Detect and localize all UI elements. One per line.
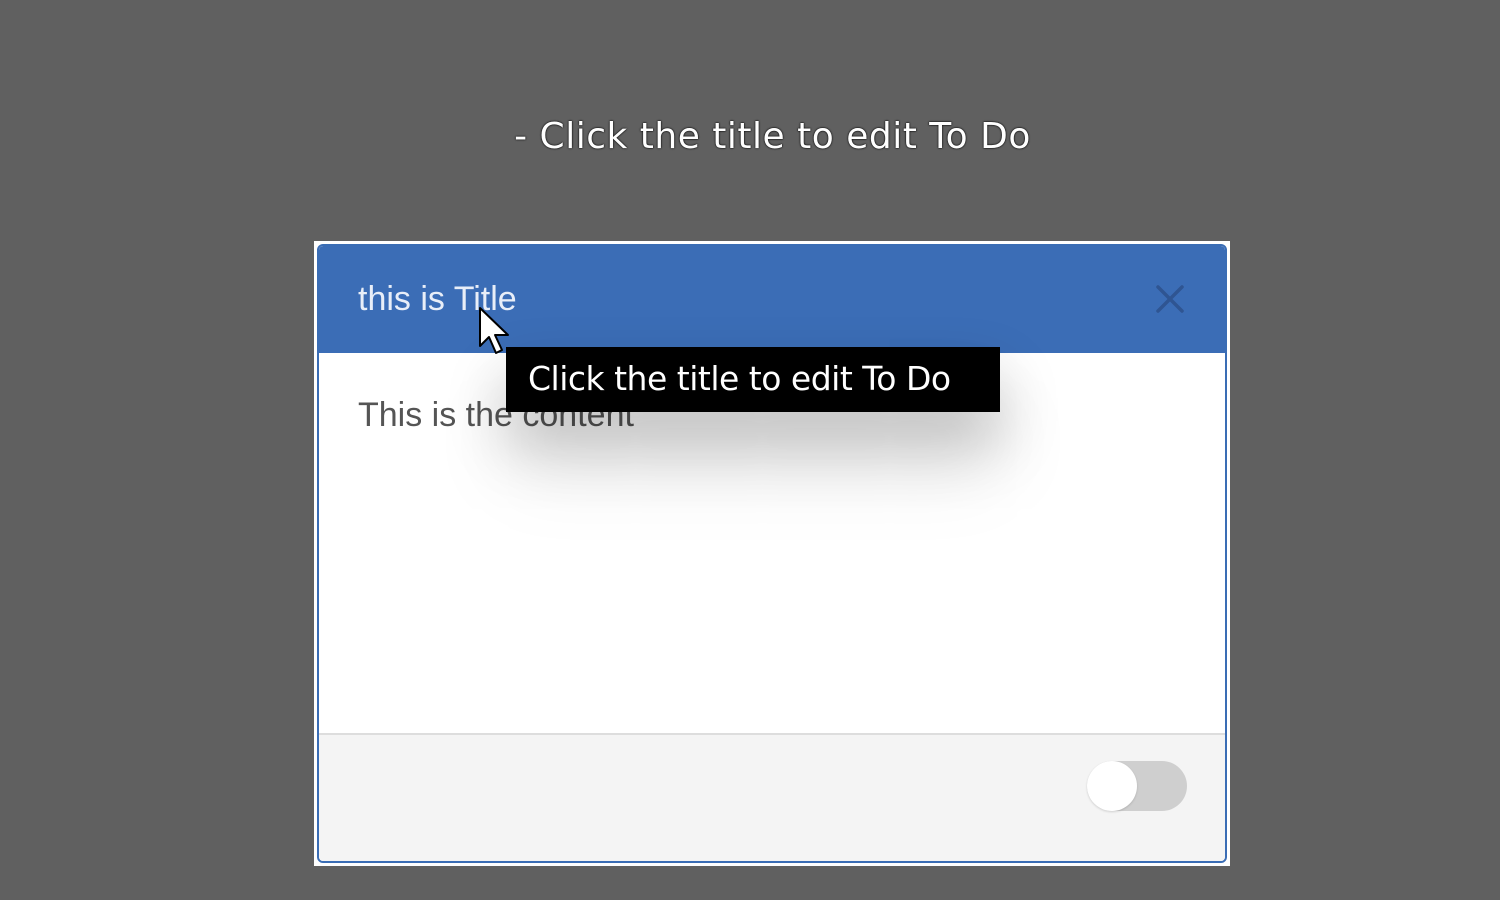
todo-window: this is Title This is the content (314, 241, 1230, 866)
card-header: this is Title (319, 246, 1225, 353)
todo-card: this is Title This is the content (317, 244, 1227, 863)
tooltip: Click the title to edit To Do (506, 347, 1000, 412)
close-icon (1156, 285, 1184, 313)
close-button[interactable] (1153, 282, 1187, 316)
card-footer (319, 733, 1225, 861)
toggle-switch[interactable] (1087, 761, 1187, 811)
mouse-pointer-icon (479, 307, 509, 354)
instruction-caption: - Click the title to edit To Do (514, 116, 1031, 157)
toggle-knob (1087, 761, 1137, 811)
